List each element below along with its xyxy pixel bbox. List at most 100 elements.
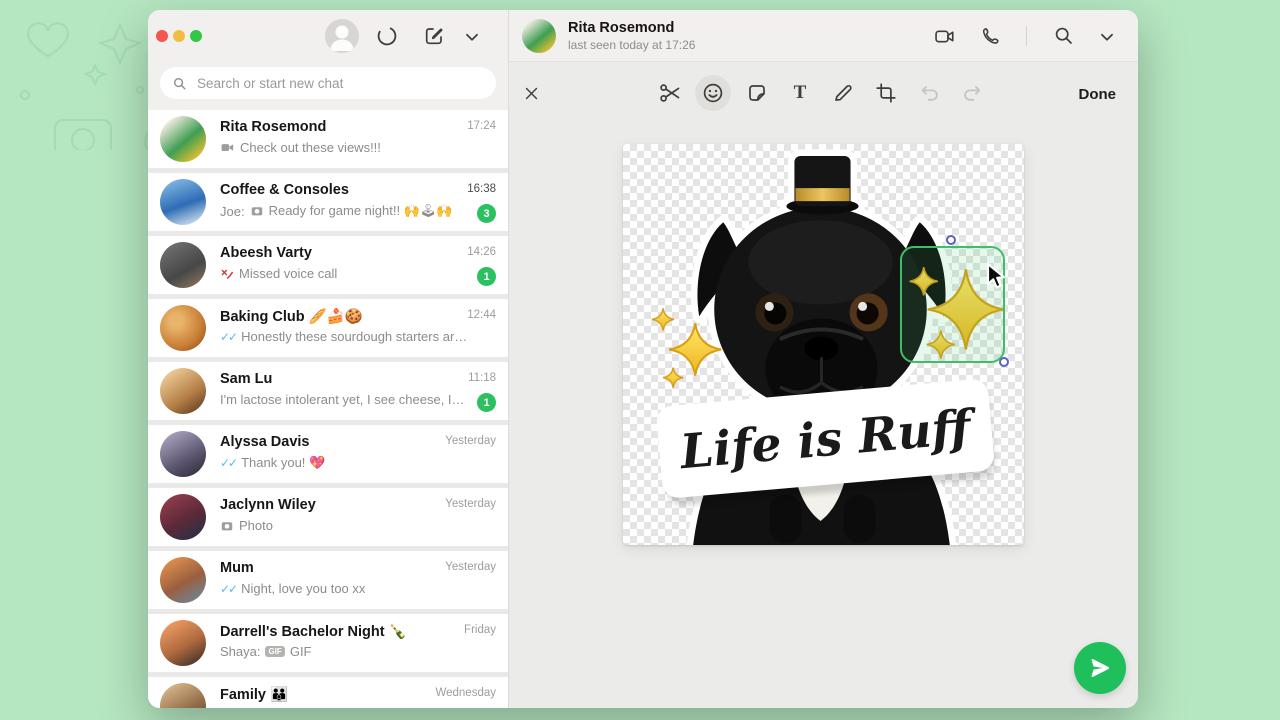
missed-call-icon — [220, 267, 234, 281]
chat-title[interactable]: Rita Rosemond — [568, 20, 674, 36]
caption-banner[interactable]: Life is Ruff — [656, 378, 996, 507]
close-editor-icon[interactable] — [517, 79, 545, 107]
video-icon — [283, 707, 298, 708]
sender-prefix: Grandma: — [220, 707, 278, 708]
chat-row-abeesh[interactable]: Abeesh Varty 14:26 Missed voice call 1 — [148, 236, 508, 294]
avatar — [160, 431, 206, 477]
crop-icon[interactable] — [872, 79, 900, 107]
video-call-icon[interactable] — [933, 25, 956, 48]
chevron-down-icon[interactable] — [1096, 26, 1118, 48]
chat-time: 12:44 — [467, 309, 496, 321]
chat-name: Baking Club 🥖🍰🍪 — [220, 309, 363, 325]
unread-badge: 1 — [477, 267, 496, 286]
chat-preview: GIF — [289, 644, 312, 659]
read-receipts-icon: ✓✓ — [220, 329, 238, 344]
search-input[interactable]: Search or start new chat — [160, 67, 496, 99]
chat-preview: Honestly these sourdough starters are aw… — [241, 329, 468, 344]
avatar — [160, 242, 206, 288]
minimize-window-button[interactable] — [173, 30, 185, 42]
sender-prefix: Shaya: — [220, 644, 261, 659]
chat-time: 11:18 — [468, 372, 496, 384]
chat-name: Coffee & Consoles — [220, 182, 349, 198]
chat-list[interactable]: Rita Rosemond 17:24 Check out these view… — [148, 110, 508, 708]
chat-preview: Check out these views!!! — [240, 140, 381, 155]
read-receipts-icon: ✓✓ — [220, 581, 238, 596]
undo-icon[interactable] — [916, 79, 944, 107]
sender-prefix: Joe: — [220, 203, 245, 219]
chat-name: Family 👪 — [220, 687, 289, 703]
chevron-down-icon[interactable] — [461, 26, 483, 48]
chat-name: Alyssa Davis — [220, 434, 310, 450]
chat-row-baking[interactable]: Baking Club 🥖🍰🍪 12:44 ✓✓ Honestly these s… — [148, 299, 508, 357]
avatar — [160, 620, 206, 666]
photo-icon — [250, 204, 264, 218]
search-placeholder: Search or start new chat — [197, 75, 344, 91]
send-icon — [1091, 658, 1110, 678]
chat-time: 16:38 — [467, 183, 496, 195]
chat-row-sam[interactable]: Sam Lu 11:18 I'm lactose intolerant yet,… — [148, 362, 508, 420]
chat-preview: Night, love you too xx — [241, 581, 366, 596]
cut-icon[interactable] — [656, 79, 684, 107]
status-ring-icon[interactable] — [375, 24, 399, 48]
chat-name: Jaclynn Wiley — [220, 497, 316, 513]
gif-badge: GIF — [265, 646, 285, 657]
chat-row-family[interactable]: Family 👪 Wednesday Grandma: Happy dancing… — [148, 677, 508, 708]
sidebar-header: Search or start new chat — [148, 10, 508, 110]
send-button[interactable] — [1074, 642, 1126, 694]
done-button[interactable]: Done — [1079, 86, 1117, 103]
chat-time: Friday — [464, 624, 496, 636]
photo-icon — [220, 519, 234, 533]
avatar — [160, 557, 206, 603]
header-divider — [1026, 26, 1027, 46]
avatar — [160, 305, 206, 351]
chat-preview: Ready for game night!! 🙌🕹🙌 — [268, 203, 453, 218]
unread-badge: 3 — [477, 204, 496, 223]
chat-header: Rita Rosemond last seen today at 17:26 — [509, 10, 1138, 62]
avatar — [160, 683, 206, 708]
chat-row-coffee[interactable]: Coffee & Consoles 16:38 Joe: Ready for ga… — [148, 173, 508, 231]
avatar — [160, 368, 206, 414]
chat-name: Abeesh Varty — [220, 245, 312, 261]
chat-time: 14:26 — [467, 246, 496, 258]
chat-avatar[interactable] — [522, 19, 556, 53]
chat-preview: Photo — [239, 518, 273, 533]
chat-time: Yesterday — [445, 435, 496, 447]
chat-preview: Happy dancing!!! — [303, 707, 401, 708]
text-icon[interactable]: T — [786, 79, 814, 107]
draw-icon[interactable] — [829, 79, 857, 107]
whatsapp-window: Search or start new chat Rita Rosemond l… — [148, 10, 1138, 708]
emoji-icon[interactable] — [695, 75, 731, 111]
read-receipts-icon: ✓✓ — [220, 456, 238, 470]
avatar — [160, 494, 206, 540]
chat-name: Rita Rosemond — [220, 119, 327, 135]
chat-row-rita[interactable]: Rita Rosemond 17:24 Check out these view… — [148, 110, 508, 168]
redo-icon[interactable] — [958, 79, 986, 107]
voice-call-icon[interactable] — [980, 25, 1002, 47]
avatar — [160, 116, 206, 162]
selection-handle-bottom-right[interactable] — [999, 357, 1009, 367]
chat-preview: Missed voice call — [239, 266, 338, 281]
selection-handle-top[interactable] — [945, 235, 956, 245]
chat-row-darrell[interactable]: Darrell's Bachelor Night 🍾 Friday Shaya:… — [148, 614, 508, 672]
chat-status: last seen today at 17:26 — [568, 38, 696, 52]
chat-row-alyssa[interactable]: Alyssa Davis Yesterday ✓✓ Thank you! 💖 — [148, 425, 508, 483]
search-chat-icon[interactable] — [1053, 25, 1074, 46]
chat-row-jaclynn[interactable]: Jaclynn Wiley Yesterday Photo — [148, 488, 508, 546]
unread-badge: 1 — [477, 393, 496, 412]
profile-avatar[interactable] — [325, 19, 359, 53]
sticker-canvas[interactable]: Life is Ruff — [623, 144, 1024, 545]
chat-row-mum[interactable]: Mum Yesterday ✓✓ Night, love you too xx — [148, 551, 508, 609]
zoom-window-button[interactable] — [190, 30, 202, 42]
sticker-icon[interactable] — [743, 79, 771, 107]
mouse-cursor — [986, 262, 1006, 289]
chat-time: Yesterday — [445, 498, 496, 510]
new-chat-icon[interactable] — [422, 24, 446, 48]
panel-divider — [508, 10, 509, 708]
avatar — [160, 179, 206, 225]
chat-name: Sam Lu — [220, 371, 273, 387]
chat-time: Yesterday — [445, 561, 496, 573]
chat-time: Wednesday — [435, 687, 496, 699]
chat-name: Darrell's Bachelor Night 🍾 — [220, 624, 407, 640]
close-window-button[interactable] — [156, 30, 168, 42]
chat-time: 17:24 — [467, 120, 496, 132]
